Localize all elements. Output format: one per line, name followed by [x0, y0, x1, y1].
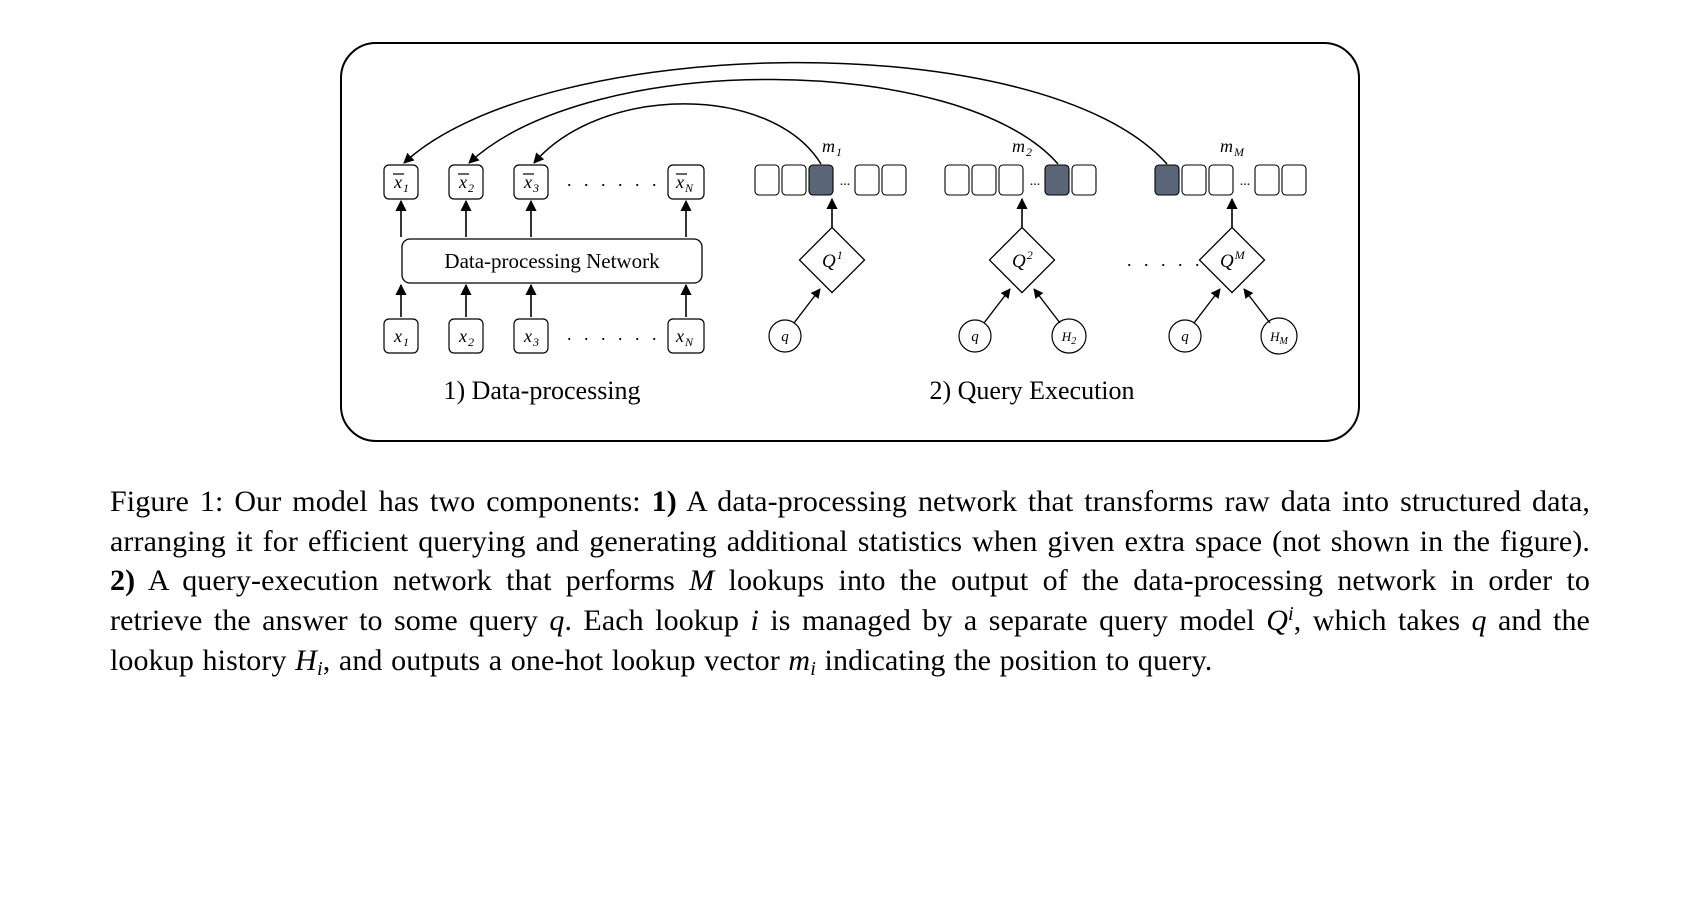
m1-pointer-arrow: [534, 104, 821, 164]
section-label-data-processing: 1) Data-processing: [443, 376, 640, 405]
svg-text:...: ...: [1240, 174, 1251, 189]
caption-H: H: [295, 644, 317, 677]
caption-q2: q: [1472, 604, 1487, 637]
caption-text-10: indicating the position to query.: [816, 644, 1212, 677]
caption-Q: Q: [1266, 604, 1288, 637]
mM-hot-cell: [1155, 165, 1179, 195]
caption-m: m: [788, 644, 810, 677]
m2-pointer-arrow: [469, 79, 1058, 164]
mM-label: mM: [1220, 136, 1245, 159]
caption-i: i: [751, 604, 759, 637]
svg-text:...: ...: [1030, 174, 1041, 189]
Q2-diamond: Q2: [989, 227, 1054, 292]
output-arrows: [401, 201, 686, 237]
input-row: x1 x2 x3 . . . . . . . xN: [384, 319, 704, 353]
caption-text-3: A query-execution network that performs: [135, 564, 689, 597]
figure-diagram: x1 x2 x3 . . . . . . . xN: [342, 44, 1362, 444]
figure-frame: x1 x2 x3 . . . . . . . xN: [340, 42, 1360, 442]
m2-group: m2 ... Q2 q H2: [469, 79, 1096, 353]
caption-bold-2: 2): [110, 564, 135, 597]
m1-hot-cell: [809, 165, 833, 195]
input-dots: . . . . . . .: [567, 324, 678, 344]
QM-diamond: QM: [1199, 227, 1264, 292]
page: x1 x2 x3 . . . . . . . xN: [0, 0, 1700, 902]
caption-figure-label: Figure 1:: [110, 485, 223, 518]
caption-text-6: is managed by a separate query model: [759, 604, 1266, 637]
caption-q: q: [549, 604, 564, 637]
caption-text-7: , which takes: [1294, 604, 1472, 637]
caption-bold-1: 1): [652, 485, 677, 518]
caption-text-1: Our model has two components:: [223, 485, 651, 518]
m2-hot-cell: [1045, 165, 1069, 195]
mM-group: mM ... QM q HM: [404, 63, 1306, 354]
figure-caption: Figure 1: Our model has two components: …: [110, 482, 1590, 683]
Q1-diamond: Q1: [799, 227, 864, 292]
section-label-query-execution: 2) Query Execution: [929, 376, 1134, 405]
svg-text:q: q: [781, 329, 789, 345]
caption-M: M: [689, 564, 714, 597]
output-row: x1 x2 x3 . . . . . . . xN: [384, 165, 704, 199]
svg-text:q: q: [1181, 329, 1189, 345]
output-dots: . . . . . . .: [567, 170, 678, 190]
caption-text-5: . Each lookup: [564, 604, 750, 637]
m1-label: m1: [822, 136, 842, 159]
dp-network-label: Data-processing Network: [444, 249, 660, 273]
input-arrows: [401, 285, 686, 317]
m1-group: m1 ... Q1 q: [534, 104, 906, 352]
svg-text:q: q: [971, 329, 979, 345]
svg-text:...: ...: [840, 174, 851, 189]
mM-pointer-arrow: [404, 63, 1167, 164]
caption-text-9: , and outputs a one-hot lookup vector: [323, 644, 789, 677]
